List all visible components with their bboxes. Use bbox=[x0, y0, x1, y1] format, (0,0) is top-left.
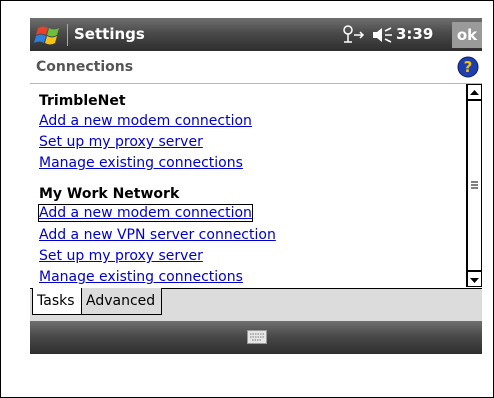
thumb-grip-icon bbox=[471, 181, 478, 189]
scroll-thumb[interactable] bbox=[467, 100, 482, 271]
group-title-trimblenet: TrimbleNet bbox=[39, 93, 126, 109]
link-setup-proxy-server[interactable]: Set up my proxy server bbox=[39, 134, 203, 150]
ok-button[interactable]: ok bbox=[452, 22, 482, 48]
tab-strip: Tasks Advanced bbox=[30, 288, 482, 322]
scroll-down-button[interactable] bbox=[467, 271, 482, 287]
title-separator bbox=[67, 24, 68, 46]
group-title-my-work-network: My Work Network bbox=[39, 186, 180, 202]
page-header: Connections ? bbox=[30, 51, 482, 84]
tab-advanced[interactable]: Advanced bbox=[82, 288, 162, 315]
title-bar: Settings 3:39 ok bbox=[30, 18, 482, 51]
screen: Settings 3:39 ok Connections ? TrimbleNe… bbox=[30, 18, 482, 376]
menu-bar bbox=[30, 321, 482, 354]
link-add-vpn-connection[interactable]: Add a new VPN server connection bbox=[39, 227, 276, 243]
windows-start-icon[interactable] bbox=[34, 22, 64, 48]
app-title: Settings bbox=[74, 25, 145, 43]
link-add-modem-connection[interactable]: Add a new modem connection bbox=[38, 204, 253, 222]
page-title: Connections bbox=[36, 59, 134, 75]
keyboard-icon[interactable] bbox=[247, 330, 267, 344]
svg-text:?: ? bbox=[464, 58, 473, 76]
clock[interactable]: 3:39 bbox=[396, 25, 433, 43]
link-manage-connections[interactable]: Manage existing connections bbox=[39, 269, 243, 285]
connectivity-icon[interactable] bbox=[341, 24, 367, 46]
tab-tasks[interactable]: Tasks bbox=[32, 288, 82, 315]
arrow-up-icon bbox=[470, 90, 479, 95]
arrow-down-icon bbox=[470, 278, 479, 283]
link-setup-proxy-server[interactable]: Set up my proxy server bbox=[39, 248, 203, 264]
scroll-up-button[interactable] bbox=[467, 84, 482, 100]
volume-icon[interactable] bbox=[371, 25, 393, 45]
help-icon[interactable]: ? bbox=[457, 56, 479, 78]
connections-list: TrimbleNet Add a new modem connection Se… bbox=[30, 84, 466, 287]
link-add-modem-connection[interactable]: Add a new modem connection bbox=[39, 113, 252, 129]
link-manage-connections[interactable]: Manage existing connections bbox=[39, 155, 243, 171]
vertical-scrollbar[interactable] bbox=[466, 84, 482, 287]
